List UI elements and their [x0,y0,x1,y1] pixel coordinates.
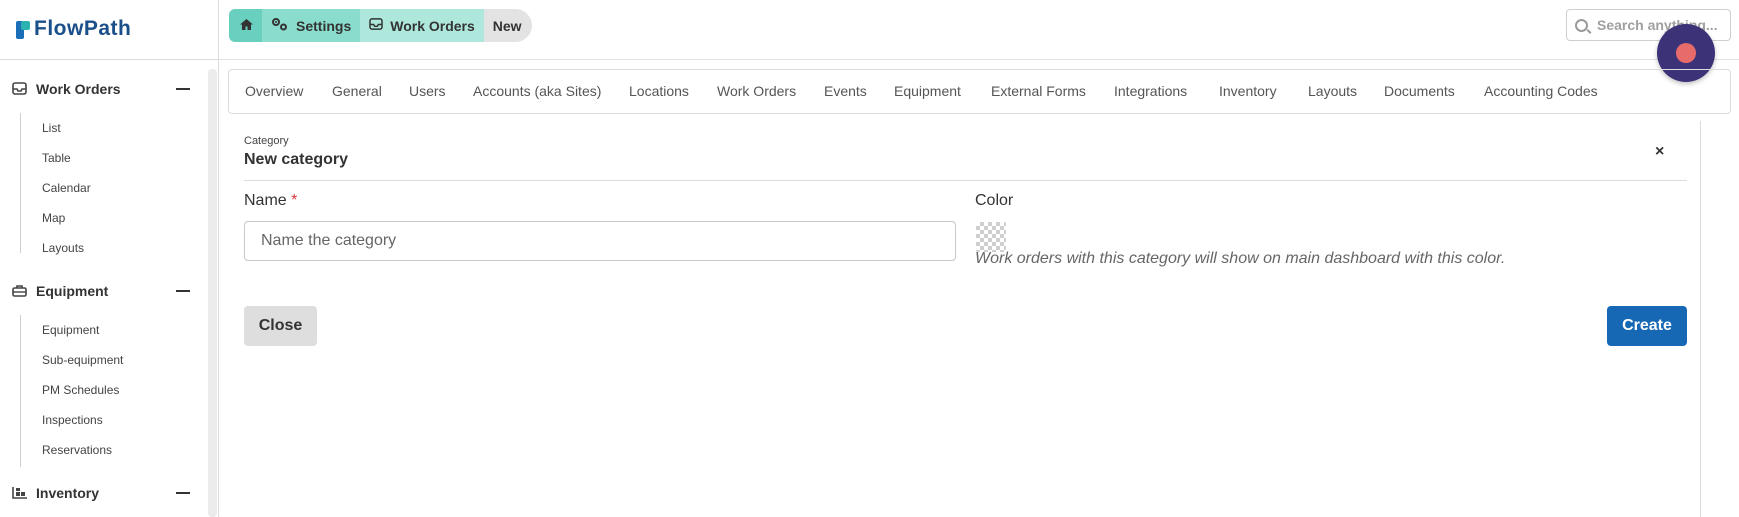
tab-equipment[interactable]: Equipment [894,83,961,99]
logo-text-path: Path [83,17,132,40]
sidebar-section-equipment[interactable]: Equipment [0,278,205,304]
logo-text-flow: Flow [34,17,84,40]
search-icon [1575,18,1588,32]
color-help-text: Work orders with this category will show… [975,250,1506,267]
app-logo[interactable]: FlowPath [16,17,131,41]
collapse-icon[interactable] [176,290,190,292]
tab-work-orders[interactable]: Work Orders [717,83,796,99]
sidebar: FlowPath Work Orders List Table Calendar… [0,0,219,517]
breadcrumb-home[interactable] [229,9,262,42]
tab-general[interactable]: General [332,83,382,99]
color-label: Color [975,192,1014,209]
collapse-icon[interactable] [176,88,190,90]
tab-locations[interactable]: Locations [629,83,689,99]
panel-title: New category [244,151,349,168]
tab-inventory[interactable]: Inventory [1219,83,1277,99]
panel-border [1700,121,1701,517]
sidebar-item-layouts[interactable]: Layouts [42,241,84,255]
breadcrumb-work-orders[interactable]: Work Orders [360,9,484,42]
tab-external-forms[interactable]: External Forms [991,83,1086,99]
close-button[interactable]: Close [244,306,317,346]
sidebar-subgroup-work-orders: List Table Calendar Map Layouts [20,113,91,255]
breadcrumb-new: New [483,9,532,42]
breadcrumb-label: Work Orders [390,17,475,34]
sidebar-item-inspections[interactable]: Inspections [42,413,103,427]
sidebar-section-title: Work Orders [36,81,121,97]
sidebar-divider [0,59,219,60]
inbox-icon [12,82,28,96]
sidebar-section-title: Inventory [36,485,100,501]
search-input[interactable] [1597,17,1727,33]
home-icon [239,18,254,34]
sidebar-item-pm-schedules[interactable]: PM Schedules [42,383,119,397]
tab-events[interactable]: Events [824,83,867,99]
sidebar-section-work-orders[interactable]: Work Orders [0,76,205,102]
sidebar-item-sub-equipment[interactable]: Sub-equipment [42,353,123,367]
tab-documents[interactable]: Documents [1384,83,1455,99]
tab-accounts[interactable]: Accounts (aka Sites) [473,83,601,99]
sidebar-item-calendar[interactable]: Calendar [42,181,91,195]
warehouse-icon [12,486,28,500]
breadcrumb-settings[interactable]: Settings [262,9,361,42]
sidebar-item-reservations[interactable]: Reservations [42,443,112,457]
tab-overview[interactable]: Overview [245,83,303,99]
breadcrumb-label: New [492,17,522,34]
toolbox-icon [12,284,28,298]
logo-mark-icon [16,19,30,39]
sidebar-scrollbar[interactable] [208,69,217,517]
sidebar-item-list[interactable]: List [42,121,61,135]
gears-icon [271,17,289,34]
name-label: Name * [244,192,297,210]
breadcrumb: Settings Work Orders New [229,9,532,42]
sidebar-section-title: Equipment [36,283,109,299]
tab-users[interactable]: Users [409,83,446,99]
sidebar-subgroup-equipment: Equipment Sub-equipment PM Schedules Ins… [20,315,123,467]
create-button[interactable]: Create [1607,306,1687,346]
name-label-text: Name [244,192,287,209]
record-dot-icon [1676,43,1696,63]
tab-layouts[interactable]: Layouts [1308,83,1357,99]
close-icon[interactable]: × [1655,143,1664,161]
required-mark: * [291,192,298,209]
tab-integrations[interactable]: Integrations [1114,83,1187,99]
sidebar-section-inventory[interactable]: Inventory [0,480,205,506]
collapse-icon[interactable] [176,492,190,494]
sidebar-item-map[interactable]: Map [42,211,65,225]
color-picker-swatch[interactable] [976,222,1006,252]
settings-tabs: Overview General Users Accounts (aka Sit… [228,69,1731,114]
tab-accounting-codes[interactable]: Accounting Codes [1484,83,1598,99]
panel-divider [244,180,1687,181]
sidebar-item-equipment[interactable]: Equipment [42,323,99,337]
sidebar-item-table[interactable]: Table [42,151,71,165]
category-name-input[interactable] [244,221,956,261]
top-bar: Settings Work Orders New [219,0,1739,60]
inbox-icon [369,18,383,33]
panel-eyebrow: Category [244,135,289,147]
breadcrumb-label: Settings [296,17,352,34]
